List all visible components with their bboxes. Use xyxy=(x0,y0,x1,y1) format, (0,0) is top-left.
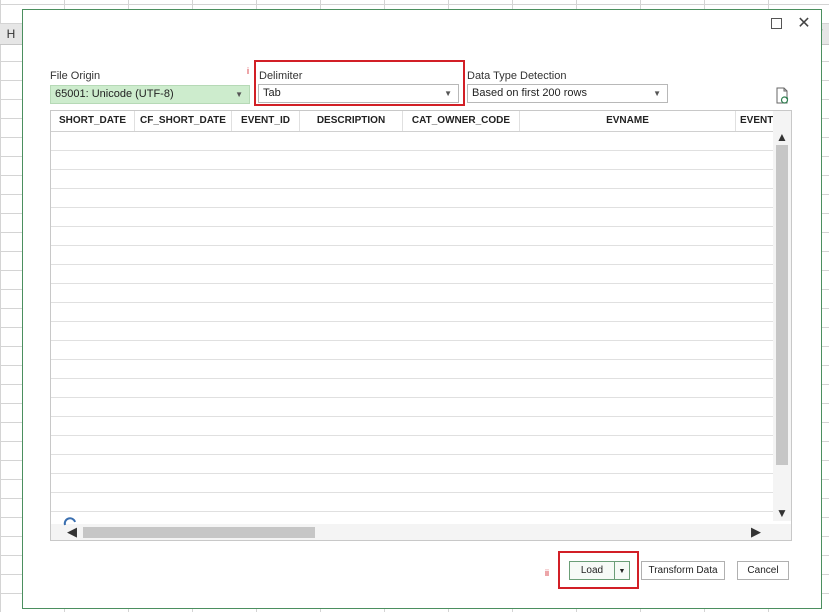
column-header: SHORT_DATE xyxy=(51,111,135,131)
maximize-icon xyxy=(770,18,782,29)
chevron-down-icon: ▼ xyxy=(653,89,661,98)
table-body xyxy=(51,132,773,520)
maximize-button[interactable] xyxy=(767,15,785,33)
column-header: CF_SHORT_DATE xyxy=(135,111,232,131)
file-origin-value: 65001: Unicode (UTF-8) xyxy=(55,88,174,100)
chevron-down-icon: ▼ xyxy=(444,89,452,98)
chevron-down-icon: ▼ xyxy=(618,568,626,575)
horizontal-scrollbar[interactable]: ◀ ▶ xyxy=(51,524,791,540)
column-header: EVENT_ID xyxy=(232,111,300,131)
chevron-down-icon: ▼ xyxy=(235,90,243,99)
column-header-h: H xyxy=(0,24,22,45)
column-header: EVNAME xyxy=(520,111,736,131)
column-header: CAT_OWNER_CODE xyxy=(403,111,520,131)
scroll-right-icon[interactable]: ▶ xyxy=(751,524,761,540)
scroll-up-icon[interactable]: ▲ xyxy=(775,130,789,144)
file-origin-select[interactable]: 65001: Unicode (UTF-8) ▼ xyxy=(50,85,250,104)
load-annotation: ii xyxy=(545,568,549,578)
delimiter-label: Delimiter xyxy=(259,70,303,82)
close-button[interactable]: ✕ xyxy=(795,15,813,33)
vertical-scroll-thumb[interactable] xyxy=(776,145,788,465)
data-preview-table: SHORT_DATE CF_SHORT_DATE EVENT_ID DESCRI… xyxy=(50,110,792,541)
column-header: EVENT_I xyxy=(736,111,776,131)
data-type-detection-value: Based on first 200 rows xyxy=(472,87,587,99)
scroll-down-icon[interactable]: ▼ xyxy=(775,506,789,520)
delimiter-value: Tab xyxy=(263,87,281,99)
transform-data-button[interactable]: Transform Data xyxy=(641,561,725,580)
table-header: SHORT_DATE CF_SHORT_DATE EVENT_ID DESCRI… xyxy=(51,111,791,132)
load-button[interactable]: Load xyxy=(569,561,615,580)
data-type-detection-select[interactable]: Based on first 200 rows ▼ xyxy=(467,84,668,103)
refresh-preview-icon[interactable] xyxy=(775,87,789,105)
delimiter-annotation: i xyxy=(247,66,249,76)
file-origin-label: File Origin xyxy=(50,70,101,82)
vertical-scrollbar[interactable]: ▲ ▼ xyxy=(773,111,791,521)
horizontal-scroll-thumb[interactable] xyxy=(83,527,315,538)
delimiter-select[interactable]: Tab ▼ xyxy=(258,84,459,103)
loading-spinner-icon xyxy=(63,517,76,526)
column-header: DESCRIPTION xyxy=(300,111,403,131)
cancel-button[interactable]: Cancel xyxy=(737,561,789,580)
data-type-detection-label: Data Type Detection xyxy=(467,70,567,82)
load-options-button[interactable]: ▼ xyxy=(614,561,630,580)
import-dialog: ✕ File Origin 65001: Unicode (UTF-8) ▼ i… xyxy=(22,9,822,609)
scroll-left-icon[interactable]: ◀ xyxy=(67,524,77,540)
